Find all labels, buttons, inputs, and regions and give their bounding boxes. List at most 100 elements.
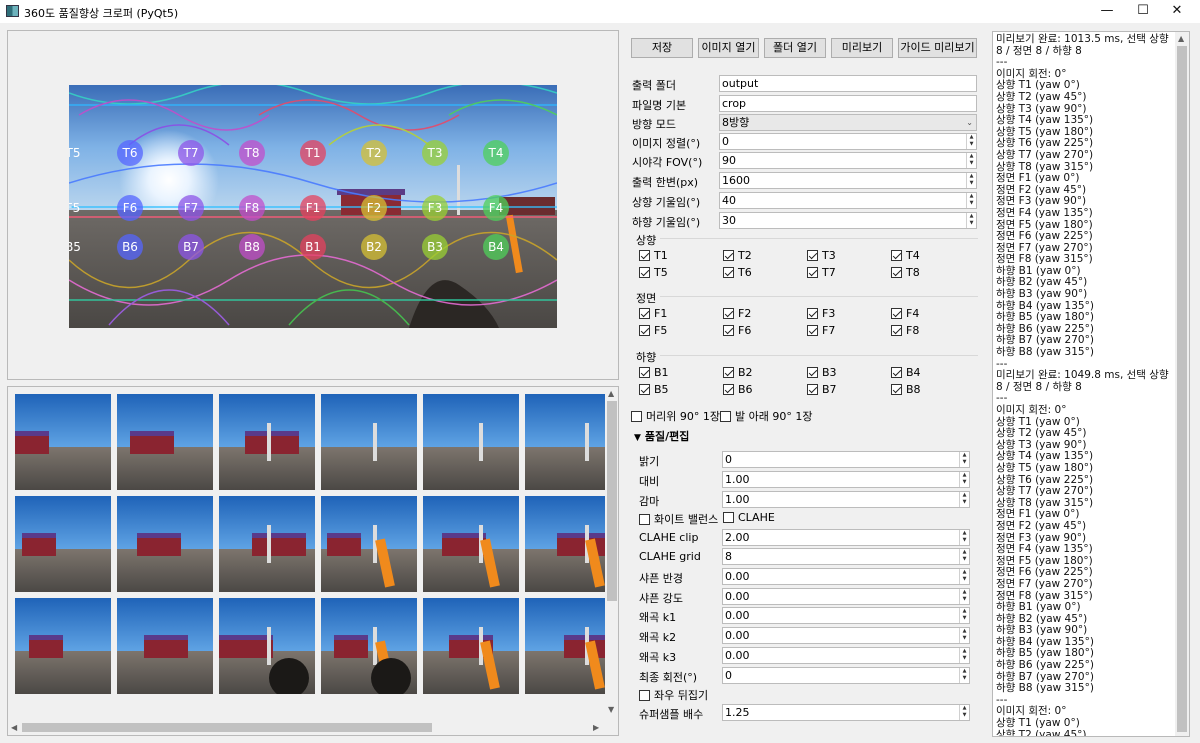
- checkbox-t3[interactable]: T3: [807, 249, 836, 262]
- log-scrollbar[interactable]: ▲: [1175, 32, 1189, 736]
- sharpen-radius-spinbox[interactable]: 0.00 ▲ ▼: [722, 568, 970, 585]
- spin-arrows-icon[interactable]: ▲ ▼: [959, 648, 969, 663]
- checkbox-f3[interactable]: F3: [807, 307, 835, 320]
- spin-arrows-icon[interactable]: ▲ ▼: [959, 628, 969, 643]
- checkbox-f7[interactable]: F7: [807, 324, 835, 337]
- open-folder-button[interactable]: 폴더 열기: [764, 38, 826, 58]
- spin-arrows-icon[interactable]: ▲ ▼: [959, 705, 969, 720]
- scroll-down-icon[interactable]: ▼: [608, 705, 614, 714]
- up-tilt-spinbox[interactable]: 40 ▲ ▼: [719, 192, 977, 209]
- log-output[interactable]: 미리보기 완료: 1013.5 ms, 선택 상향 8 / 정면 8 / 하향 …: [992, 31, 1190, 737]
- quality-section-toggle[interactable]: ▼ 품질/편집: [634, 428, 689, 444]
- thumbnail-image[interactable]: [15, 598, 111, 694]
- thumbnail-image[interactable]: [321, 394, 417, 490]
- spin-arrows-icon[interactable]: ▲ ▼: [959, 452, 969, 467]
- k2-spinbox[interactable]: 0.00 ▲ ▼: [722, 627, 970, 644]
- supersample-spinbox[interactable]: 1.25 ▲ ▼: [722, 704, 970, 721]
- checkbox-b8[interactable]: B8: [891, 383, 921, 396]
- checkbox-f4[interactable]: F4: [891, 307, 919, 320]
- checkbox-b3[interactable]: B3: [807, 366, 837, 379]
- checkbox-b7[interactable]: B7: [807, 383, 837, 396]
- checkbox-f8[interactable]: F8: [891, 324, 919, 337]
- checkbox-b5[interactable]: B5: [639, 383, 669, 396]
- scrollbar-thumb[interactable]: [607, 401, 617, 601]
- thumbnail-image[interactable]: [15, 394, 111, 490]
- k3-spinbox[interactable]: 0.00 ▲ ▼: [722, 647, 970, 664]
- clahe-grid-spinbox[interactable]: 8 ▲ ▼: [722, 548, 970, 565]
- spin-arrows-icon[interactable]: ▲ ▼: [959, 569, 969, 584]
- scroll-up-icon[interactable]: ▲: [608, 389, 614, 398]
- white-balance-checkbox[interactable]: 화이트 밸런스: [639, 511, 718, 527]
- down-tilt-spinbox[interactable]: 30 ▲ ▼: [719, 212, 977, 229]
- checkbox-b2[interactable]: B2: [723, 366, 753, 379]
- thumbnail-image[interactable]: [321, 598, 417, 694]
- checkbox-t7[interactable]: T7: [807, 266, 836, 279]
- output-side-spinbox[interactable]: 1600 ▲ ▼: [719, 172, 977, 189]
- spin-arrows-icon[interactable]: ▲ ▼: [959, 492, 969, 507]
- flip-checkbox[interactable]: 좌우 뒤집기: [639, 687, 708, 703]
- thumbnail-image[interactable]: [219, 598, 315, 694]
- scroll-left-icon[interactable]: ◀: [11, 723, 17, 732]
- spin-arrows-icon[interactable]: ▲ ▼: [959, 472, 969, 487]
- thumbnail-image[interactable]: [15, 496, 111, 592]
- overhead-checkbox[interactable]: 머리위 90° 1장: [631, 408, 720, 424]
- final-rotate-spinbox[interactable]: 0 ▲ ▼: [722, 667, 970, 684]
- checkbox-t6[interactable]: T6: [723, 266, 752, 279]
- checkbox-b6[interactable]: B6: [723, 383, 753, 396]
- clahe-checkbox[interactable]: CLAHE: [723, 511, 775, 524]
- thumbnail-image[interactable]: [219, 496, 315, 592]
- spin-arrows-icon[interactable]: ▲ ▼: [959, 608, 969, 623]
- clahe-clip-spinbox[interactable]: 2.00 ▲ ▼: [722, 529, 970, 546]
- checkbox-t5[interactable]: T5: [639, 266, 668, 279]
- image-align-spinbox[interactable]: 0 ▲ ▼: [719, 133, 977, 150]
- thumbnail-image[interactable]: [117, 394, 213, 490]
- thumbnail-image[interactable]: [117, 598, 213, 694]
- thumbnail-image[interactable]: [423, 394, 519, 490]
- checkbox-t4[interactable]: T4: [891, 249, 920, 262]
- underfoot-checkbox[interactable]: 발 아래 90° 1장: [720, 408, 812, 424]
- checkbox-t1[interactable]: T1: [639, 249, 668, 262]
- save-button[interactable]: 저장: [631, 38, 693, 58]
- panorama-preview[interactable]: T5 T6 T7 T8 T1 T2 T3 T4 F5 F6 F7 F8 F1 F…: [69, 85, 557, 328]
- checkbox-f5[interactable]: F5: [639, 324, 667, 337]
- checkbox-f1[interactable]: F1: [639, 307, 667, 320]
- thumbnail-image[interactable]: [219, 394, 315, 490]
- output-folder-input[interactable]: output: [719, 75, 977, 92]
- close-button[interactable]: ✕: [1154, 0, 1200, 23]
- spin-arrows-icon[interactable]: ▲ ▼: [966, 213, 976, 228]
- filename-base-input[interactable]: crop: [719, 95, 977, 112]
- checkbox-f2[interactable]: F2: [723, 307, 751, 320]
- checkbox-b1[interactable]: B1: [639, 366, 669, 379]
- guide-preview-button[interactable]: 가이드 미리보기: [898, 38, 977, 58]
- open-image-button[interactable]: 이미지 열기: [698, 38, 759, 58]
- sharpen-amount-spinbox[interactable]: 0.00 ▲ ▼: [722, 588, 970, 605]
- spin-arrows-icon[interactable]: ▲ ▼: [959, 668, 969, 683]
- scroll-right-icon[interactable]: ▶: [593, 723, 599, 732]
- brightness-spinbox[interactable]: 0 ▲ ▼: [722, 451, 970, 468]
- direction-mode-select[interactable]: 8방향 ⌄: [719, 114, 977, 131]
- spin-arrows-icon[interactable]: ▲ ▼: [966, 173, 976, 188]
- gamma-spinbox[interactable]: 1.00 ▲ ▼: [722, 491, 970, 508]
- checkbox-b4[interactable]: B4: [891, 366, 921, 379]
- fov-spinbox[interactable]: 90 ▲ ▼: [719, 152, 977, 169]
- thumbnail-horizontal-scrollbar[interactable]: ◀ ▶: [8, 720, 605, 735]
- scrollbar-thumb[interactable]: [22, 723, 432, 732]
- spin-arrows-icon[interactable]: ▲ ▼: [966, 153, 976, 168]
- spin-arrows-icon[interactable]: ▲ ▼: [966, 134, 976, 149]
- preview-button[interactable]: 미리보기: [831, 38, 893, 58]
- spin-arrows-icon[interactable]: ▲ ▼: [959, 530, 969, 545]
- checkbox-t2[interactable]: T2: [723, 249, 752, 262]
- scrollbar-thumb[interactable]: [1177, 46, 1187, 732]
- spin-arrows-icon[interactable]: ▲ ▼: [959, 589, 969, 604]
- thumbnail-image[interactable]: [423, 598, 519, 694]
- scroll-up-icon[interactable]: ▲: [1178, 34, 1184, 43]
- spin-arrows-icon[interactable]: ▲ ▼: [959, 549, 969, 564]
- checkbox-t8[interactable]: T8: [891, 266, 920, 279]
- thumbnail-image[interactable]: [423, 496, 519, 592]
- thumbnail-vertical-scrollbar[interactable]: ▲ ▼: [605, 387, 618, 717]
- thumbnail-image[interactable]: [321, 496, 417, 592]
- thumbnail-image[interactable]: [117, 496, 213, 592]
- spin-arrows-icon[interactable]: ▲ ▼: [966, 193, 976, 208]
- checkbox-f6[interactable]: F6: [723, 324, 751, 337]
- contrast-spinbox[interactable]: 1.00 ▲ ▼: [722, 471, 970, 488]
